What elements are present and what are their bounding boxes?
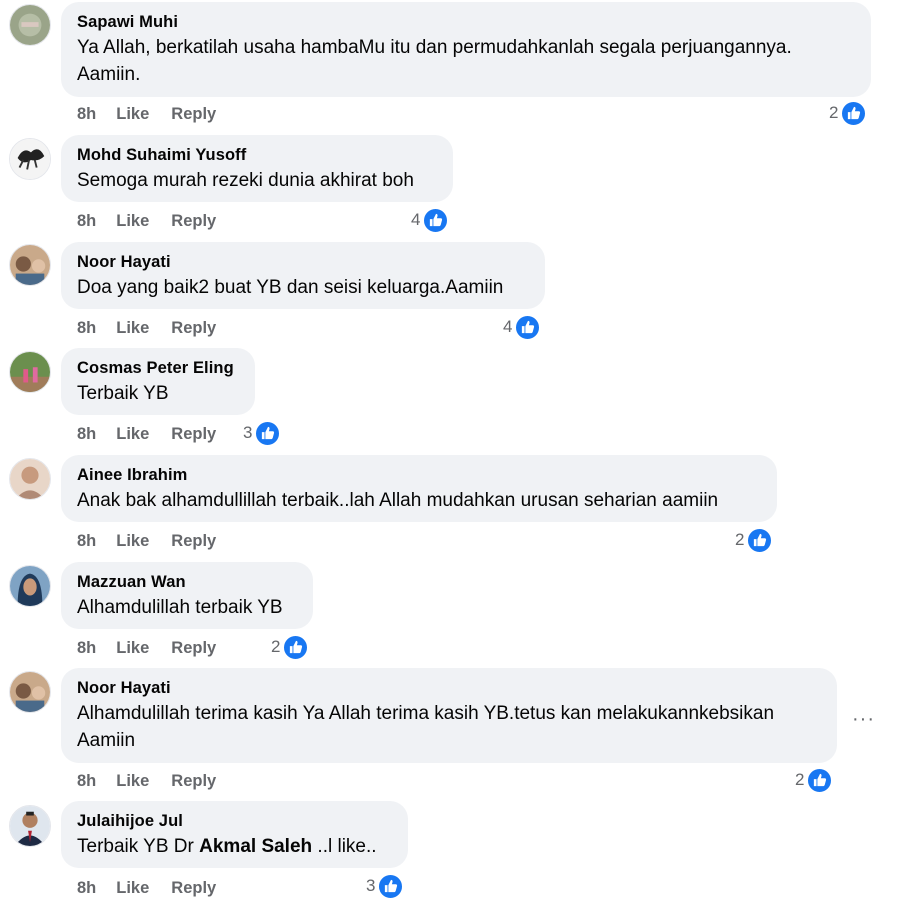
reaction-number: 2 (795, 770, 805, 789)
comment-bubble: Noor Hayati Alhamdulillah terima kasih Y… (61, 668, 837, 763)
comment-text: Doa yang baik2 buat YB dan seisi keluarg… (77, 277, 504, 298)
comment-text: Anak bak alhamdullillah terbaik..lah All… (77, 490, 719, 511)
comment-author[interactable]: Julaihijoe Jul (77, 811, 392, 831)
comment-time[interactable]: 8h (77, 211, 96, 231)
comment-text: Semoga murah rezeki dunia akhirat boh (77, 170, 414, 191)
comment-text-part: ..l like.. (312, 836, 377, 857)
reaction-number: 4 (411, 210, 421, 229)
reaction-number: 2 (271, 637, 281, 656)
like-button[interactable]: Like (116, 104, 149, 124)
comment-bubble: Mohd Suhaimi Yusoff Semoga murah rezeki … (61, 135, 453, 202)
comment-actions: 8h Like Reply (77, 638, 238, 658)
thumbs-up-icon (254, 419, 282, 447)
reply-button[interactable]: Reply (171, 878, 216, 898)
comment-author[interactable]: Sapawi Muhi (77, 12, 855, 32)
comment-actions: 8h Like Reply (77, 878, 238, 898)
comment-text-line2: Aamiin (77, 730, 136, 751)
comment-text-part: Terbaik YB Dr (77, 836, 200, 857)
thumbs-up-icon (806, 766, 834, 794)
thumbs-up-icon (422, 206, 450, 234)
comment-actions: 8h Like Reply (77, 531, 238, 551)
comment-text: Alhamdulillah terbaik YB (77, 597, 283, 618)
comment-text: Alhamdulillah terima kasih Ya Allah teri… (77, 703, 775, 724)
reply-button[interactable]: Reply (171, 424, 216, 444)
comment-bubble: Noor Hayati Doa yang baik2 buat YB dan s… (61, 242, 545, 309)
avatar[interactable] (9, 138, 51, 180)
reaction-count[interactable]: 2 (829, 99, 868, 127)
reply-button[interactable]: Reply (171, 531, 216, 551)
comment-time[interactable]: 8h (77, 638, 96, 658)
reaction-number: 3 (366, 876, 376, 895)
reaction-number: 3 (243, 423, 253, 442)
reaction-number: 4 (503, 317, 513, 336)
reaction-count[interactable]: 2 (735, 526, 774, 554)
thumbs-up-icon (746, 526, 774, 554)
like-button[interactable]: Like (116, 638, 149, 658)
comment-actions: 8h Like Reply (77, 211, 238, 231)
like-button[interactable]: Like (116, 531, 149, 551)
reaction-count[interactable]: 2 (271, 633, 310, 661)
avatar[interactable] (9, 244, 51, 286)
like-button[interactable]: Like (116, 318, 149, 338)
like-button[interactable]: Like (116, 424, 149, 444)
like-button[interactable]: Like (116, 771, 149, 791)
comment-author[interactable]: Cosmas Peter Eling (77, 358, 239, 378)
reaction-count[interactable]: 3 (366, 872, 405, 900)
avatar[interactable] (9, 805, 51, 847)
thumbs-up-icon (514, 313, 542, 341)
comment-actions: 8h Like Reply (77, 771, 238, 791)
thumbs-up-icon (282, 633, 310, 661)
more-options-icon[interactable]: ··· (852, 708, 875, 731)
comment-time[interactable]: 8h (77, 531, 96, 551)
reaction-count[interactable]: 4 (503, 313, 542, 341)
comment-bubble: Mazzuan Wan Alhamdulillah terbaik YB (61, 562, 313, 629)
thumbs-up-icon (377, 872, 405, 900)
comment-bubble: Cosmas Peter Eling Terbaik YB (61, 348, 255, 415)
reply-button[interactable]: Reply (171, 211, 216, 231)
comment-actions: 8h Like Reply (77, 424, 238, 444)
avatar[interactable] (9, 671, 51, 713)
reaction-count[interactable]: 3 (243, 419, 282, 447)
comment-text: Ya Allah, berkatilah usaha hambaMu itu d… (77, 37, 792, 58)
like-button[interactable]: Like (116, 878, 149, 898)
avatar[interactable] (9, 458, 51, 500)
comment-time[interactable]: 8h (77, 318, 96, 338)
comment-actions: 8h Like Reply (77, 104, 238, 124)
avatar[interactable] (9, 4, 51, 46)
comment-author[interactable]: Ainee Ibrahim (77, 465, 761, 485)
comment-bubble: Sapawi Muhi Ya Allah, berkatilah usaha h… (61, 2, 871, 97)
comment-text-line2: Aamiin. (77, 64, 141, 85)
comment-author[interactable]: Mazzuan Wan (77, 572, 297, 592)
comment-author[interactable]: Noor Hayati (77, 252, 529, 272)
comment-time[interactable]: 8h (77, 878, 96, 898)
reply-button[interactable]: Reply (171, 104, 216, 124)
thumbs-up-icon (840, 99, 868, 127)
comment-author[interactable]: Mohd Suhaimi Yusoff (77, 145, 437, 165)
reply-button[interactable]: Reply (171, 638, 216, 658)
comment-actions: 8h Like Reply (77, 318, 238, 338)
comment-time[interactable]: 8h (77, 424, 96, 444)
reply-button[interactable]: Reply (171, 771, 216, 791)
reaction-count[interactable]: 2 (795, 766, 834, 794)
comment-time[interactable]: 8h (77, 104, 96, 124)
reaction-number: 2 (735, 530, 745, 549)
comment-text: Terbaik YB (77, 383, 169, 404)
avatar[interactable] (9, 565, 51, 607)
comment-time[interactable]: 8h (77, 771, 96, 791)
avatar[interactable] (9, 351, 51, 393)
comment-author[interactable]: Noor Hayati (77, 678, 821, 698)
reaction-number: 2 (829, 103, 839, 122)
comment-text: Terbaik YB Dr Akmal Saleh ..l like.. (77, 833, 392, 860)
comment-bubble: Julaihijoe Jul Terbaik YB Dr Akmal Saleh… (61, 801, 408, 868)
tagged-name[interactable]: Akmal Saleh (199, 836, 312, 857)
comment-bubble: Ainee Ibrahim Anak bak alhamdullillah te… (61, 455, 777, 522)
reply-button[interactable]: Reply (171, 318, 216, 338)
reaction-count[interactable]: 4 (411, 206, 450, 234)
like-button[interactable]: Like (116, 211, 149, 231)
